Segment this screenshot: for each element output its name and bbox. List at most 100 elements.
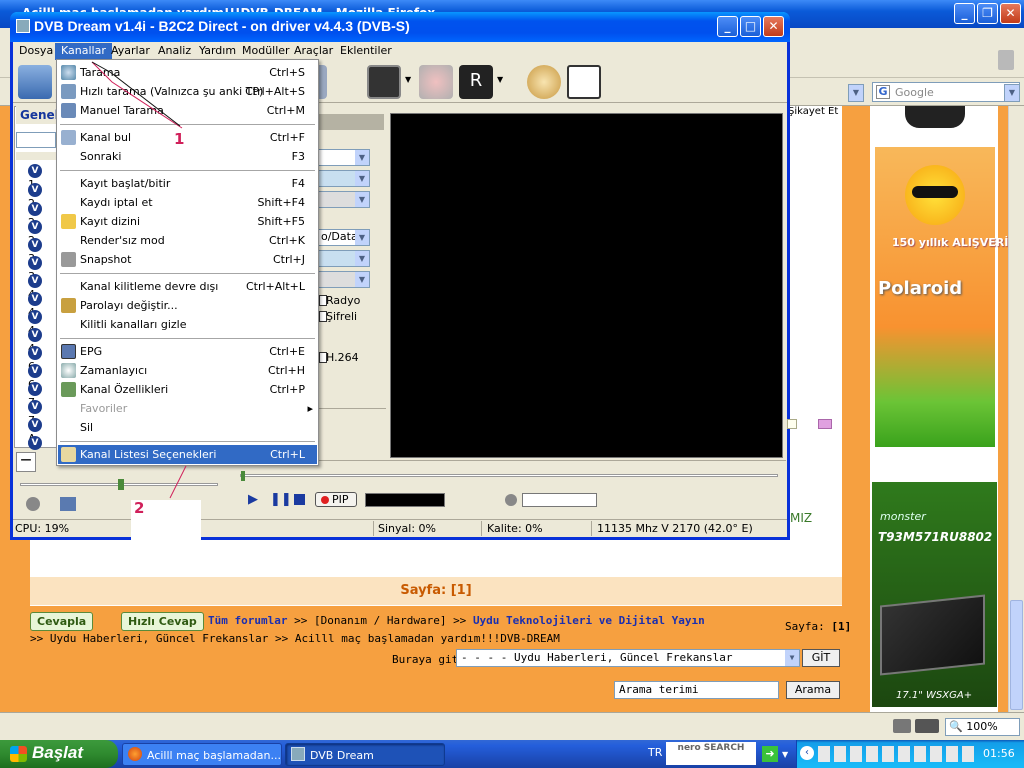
page-number[interactable]: [1] [451, 583, 472, 598]
search-button[interactable]: Arama [786, 681, 840, 699]
menu-item-snapshot[interactable]: Snapshot Ctrl+J [58, 250, 317, 269]
report-link[interactable]: Şikayet Et [788, 106, 838, 117]
menu-ayarlar[interactable]: Ayarlar [105, 43, 156, 60]
channel-row[interactable]: V3 [28, 255, 48, 283]
menu-item-sil[interactable]: Sil [58, 418, 317, 437]
stop-icon[interactable] [294, 494, 305, 505]
slider-thumb[interactable] [118, 479, 124, 490]
dvb-close-button[interactable]: ✕ [763, 16, 784, 37]
crumb-all-forums[interactable]: Tüm forumlar [208, 614, 287, 627]
goto-button[interactable]: GİT [802, 649, 840, 667]
crumb-news[interactable]: Uydu Haberleri, Güncel Frekanslar [50, 632, 269, 645]
channel-row[interactable]: V1 [28, 163, 48, 191]
menu-yardim[interactable]: Yardım [193, 43, 242, 60]
channel-row[interactable]: VA [28, 417, 48, 445]
menu-moduller[interactable]: Modüller [236, 43, 296, 60]
scrollbar-thumb[interactable] [1010, 600, 1023, 710]
task-firefox[interactable]: Acilll maç başlamadan... [122, 743, 282, 766]
channel-filter-input[interactable] [16, 132, 56, 148]
forum-jump-select[interactable]: - - - - Uydu Haberleri, Güncel Frekansla… [456, 649, 800, 667]
nero-search-box[interactable]: nero SEARCH [666, 742, 756, 765]
menu-item-hizli-tarama[interactable]: Hızlı tarama (Valnızca şu anki TP) Ctrl+A… [58, 82, 317, 101]
folder-icon[interactable] [818, 419, 832, 429]
stop-record-icon[interactable] [419, 65, 453, 99]
dvb-maximize-button[interactable]: □ [740, 16, 761, 37]
speaker-icon[interactable] [26, 497, 40, 511]
seek-bar[interactable] [240, 474, 778, 477]
menu-item-kayit-baslat[interactable]: Kayıt başlat/bitir F4 [58, 174, 317, 193]
menu-item-rendersiz-mod[interactable]: Render'sız mod Ctrl+K [58, 231, 317, 250]
menu-item-kayit-dizini[interactable]: Kayıt dizini Shift+F5 [58, 212, 317, 231]
channel-row[interactable]: V4 [28, 309, 48, 337]
dvb-minimize-button[interactable]: _ [717, 16, 738, 37]
stopwatch-icon[interactable] [527, 65, 561, 99]
speaker-icon[interactable] [505, 494, 517, 506]
chevron-down-icon[interactable]: ▼ [405, 75, 411, 84]
chevron-down-icon[interactable]: ▼ [497, 75, 503, 84]
menu-item-zamanlayici[interactable]: Zamanlayıcı Ctrl+H [58, 361, 317, 380]
note-icon[interactable] [787, 419, 797, 429]
channel-row[interactable]: V2 [28, 219, 48, 247]
search-input[interactable]: Arama terimi [614, 681, 779, 699]
addon-icon[interactable] [893, 719, 911, 733]
collapse-button[interactable]: — [16, 452, 36, 472]
menu-item-kanal-ozellikleri[interactable]: Kanal Özellikleri Ctrl+P [58, 380, 317, 399]
minimize-button[interactable]: _ [954, 3, 975, 24]
menu-item-kanal-kilitleme[interactable]: Kanal kilitleme devre dışı Ctrl+Alt+L [58, 277, 317, 296]
record-icon[interactable]: R [459, 65, 493, 99]
menu-item-sonraki[interactable]: Sonraki F3 [58, 147, 317, 166]
setting-select[interactable]: ▼ [318, 250, 370, 267]
menu-item-kanal-listesi-secenekleri[interactable]: Kanal Listesi Seçenekleri Ctrl+L [58, 445, 317, 464]
channel-row[interactable]: V3 [28, 237, 48, 265]
type-select[interactable]: o/Data ▼ [318, 229, 370, 246]
channel-row[interactable]: V4 [28, 291, 48, 319]
channel-row[interactable]: V7 [28, 381, 48, 409]
address-dropdown-icon[interactable]: ▼ [848, 84, 864, 102]
channel-row[interactable]: V2 [28, 201, 48, 229]
menu-araclar[interactable]: Araçlar [288, 43, 339, 60]
seek-thumb[interactable] [241, 471, 245, 481]
tab-genel[interactable]: Genel [16, 106, 59, 124]
menu-analiz[interactable]: Analiz [152, 43, 197, 60]
tray-icons[interactable] [818, 746, 976, 762]
camera-icon[interactable] [915, 719, 939, 733]
search-engine-dropdown-icon[interactable]: ▼ [1004, 84, 1020, 102]
menu-item-tarama[interactable]: Tarama Ctrl+S [58, 63, 317, 82]
trash-icon[interactable] [998, 50, 1014, 70]
task-dvb-dream[interactable]: DVB Dream [285, 743, 445, 766]
menu-item-epg[interactable]: EPG Ctrl+E [58, 342, 317, 361]
setting-select[interactable]: ▼ [318, 170, 370, 187]
setting-select[interactable]: ▼ [318, 271, 370, 288]
tray-expand-icon[interactable]: ‹ [800, 746, 814, 760]
channel-row[interactable]: V8 [28, 435, 48, 463]
menu-kanallar[interactable]: Kanallar [55, 43, 112, 60]
page-number-small[interactable]: [1] [831, 620, 851, 633]
open-folder-icon[interactable] [18, 65, 52, 99]
clock-icon[interactable] [567, 65, 601, 99]
go-arrow-icon[interactable]: ➜ [762, 746, 778, 762]
language-indicator[interactable]: TR [648, 746, 662, 759]
chevron-down-icon[interactable]: ▼ [782, 750, 788, 759]
menu-item-parola[interactable]: Parolayı değiştir... [58, 296, 317, 315]
pause-icon[interactable]: ❚❚ [270, 492, 292, 507]
menu-item-manuel-tarama[interactable]: Manuel Tarama Ctrl+M [58, 101, 317, 120]
clapper-icon[interactable] [367, 65, 401, 99]
menu-dosya[interactable]: Dosya [13, 43, 59, 60]
page-scrollbar[interactable] [1008, 106, 1024, 712]
setting-select[interactable]: ▼ [318, 149, 370, 166]
channel-row[interactable]: V6 [28, 345, 48, 373]
video-display[interactable] [390, 113, 783, 458]
channel-row[interactable]: V6 [28, 363, 48, 391]
menu-item-kilitli-gizle[interactable]: Kilitli kanalları gizle [58, 315, 317, 334]
crumb-satellite[interactable]: Uydu Teknolojileri ve Dijital Yayın [473, 614, 705, 627]
chevron-down-icon[interactable]: ▼ [785, 650, 799, 666]
play-icon[interactable]: ▶ [248, 492, 258, 507]
menu-item-kanal-bul[interactable]: Kanal bul Ctrl+F [58, 128, 317, 147]
channel-row[interactable]: V4 [28, 273, 48, 301]
close-button[interactable]: ✕ [1000, 3, 1021, 24]
menu-eklentiler[interactable]: Eklentiler [334, 43, 398, 60]
crumb-hardware[interactable]: [Donanım / Hardware] [314, 614, 446, 627]
list-view-icon[interactable] [60, 497, 76, 511]
google-search-input[interactable]: Google [872, 82, 1020, 102]
channel-row[interactable]: V2 [28, 182, 48, 210]
